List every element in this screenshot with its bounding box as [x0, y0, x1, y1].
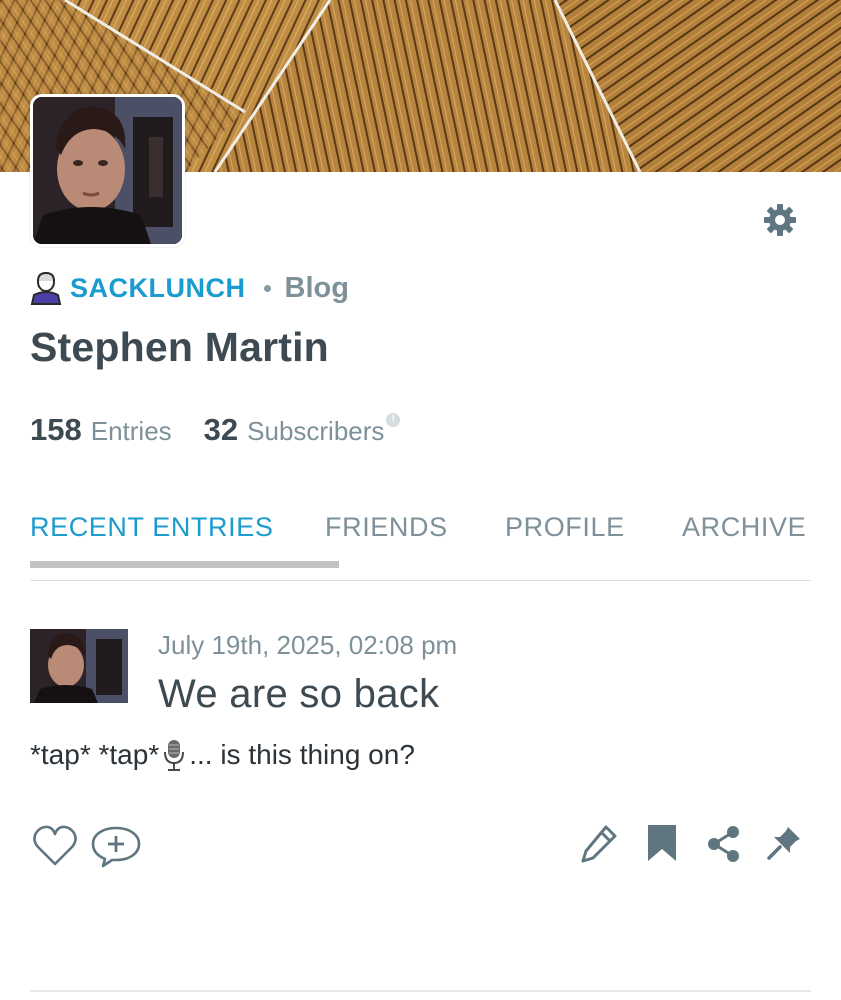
bookmark-button[interactable]	[646, 823, 678, 863]
entry-body: *tap* *tap* ... is this thing on?	[30, 738, 415, 772]
page-title: Stephen Martin	[30, 324, 329, 370]
community-breadcrumb: SACKLUNCH Blog	[30, 270, 349, 306]
add-comment-button[interactable]	[90, 823, 142, 869]
subscribers-count[interactable]: 32	[204, 412, 238, 448]
heart-icon	[33, 825, 77, 866]
tab-recent-entries[interactable]: RECENT ENTRIES	[30, 512, 273, 543]
gear-icon	[764, 204, 796, 236]
share-icon	[708, 826, 739, 862]
like-button[interactable]	[32, 823, 78, 869]
tab-bar: RECENT ENTRIES FRIENDS PROFILE ARCHIVE	[30, 512, 811, 581]
section-label[interactable]: Blog	[285, 272, 349, 305]
entry-timestamp[interactable]: July 19th, 2025, 02:08 pm	[158, 630, 457, 661]
user-icon	[30, 271, 62, 305]
pin-button[interactable]	[766, 825, 802, 863]
pin-icon	[767, 827, 800, 860]
tab-friends[interactable]: FRIENDS	[325, 512, 448, 543]
avatar[interactable]	[30, 94, 185, 247]
settings-button[interactable]	[762, 202, 798, 238]
share-button[interactable]	[706, 825, 742, 863]
active-tab-indicator	[30, 561, 339, 568]
bookmark-icon	[648, 825, 676, 861]
entry-title[interactable]: We are so back	[158, 672, 439, 717]
subscribers-label[interactable]: Subscribers	[247, 416, 384, 447]
info-icon[interactable]: !	[386, 413, 401, 427]
entry-avatar-photo	[30, 629, 128, 703]
community-link[interactable]: SACKLUNCH	[70, 273, 246, 304]
comment-add-icon	[91, 826, 141, 868]
entry-avatar[interactable]	[30, 629, 128, 703]
pencil-icon	[581, 825, 617, 863]
entry-text-start: *tap* *tap*	[30, 739, 160, 770]
tab-archive[interactable]: ARCHIVE	[682, 512, 806, 543]
edit-button[interactable]	[580, 824, 618, 864]
entry-divider	[30, 990, 811, 992]
microphone-icon	[164, 740, 185, 771]
profile-stats: 158 Entries 32 Subscribers !	[30, 412, 401, 448]
tab-profile[interactable]: PROFILE	[505, 512, 625, 543]
separator-dot	[263, 284, 271, 292]
avatar-photo	[33, 97, 182, 244]
entries-label[interactable]: Entries	[91, 416, 172, 447]
entry-text-end: ... is this thing on?	[189, 739, 415, 770]
entries-count[interactable]: 158	[30, 412, 82, 448]
